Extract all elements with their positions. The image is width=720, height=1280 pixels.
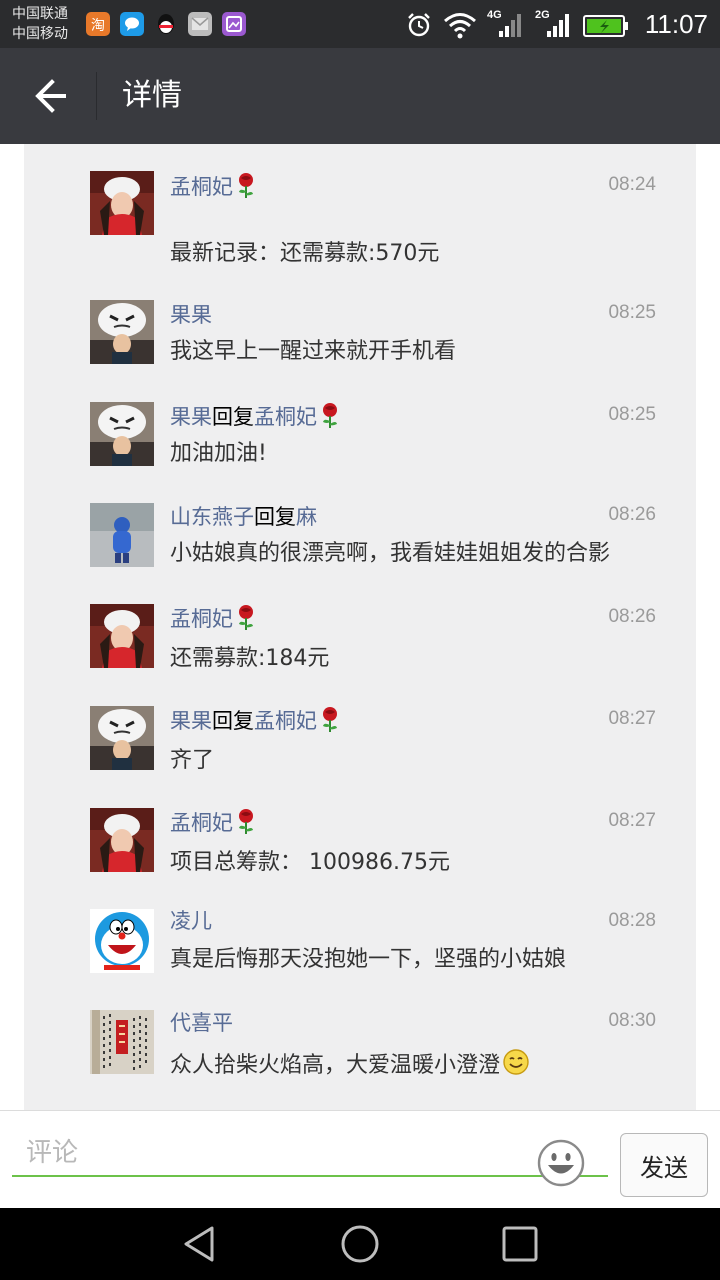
mail-icon — [188, 12, 212, 36]
smiley-icon — [537, 1139, 585, 1187]
comment-text: 最新记录：还需募款:570元 — [170, 241, 440, 266]
avatar-woman-red-scarf[interactable] — [90, 171, 154, 235]
comment-author-line: 孟桐妃 — [170, 172, 257, 206]
reply-word: 回复 — [254, 505, 296, 529]
system-status: 4G 2G 11:07 — [405, 0, 708, 48]
comment-author-line: 果果回复孟桐妃 — [170, 402, 341, 436]
comment-list[interactable]: 孟桐妃 08:24 最新记录：还需募款:570元 果果 08:25 我这早上一醒… — [24, 144, 696, 1110]
square-recents-icon — [502, 1226, 538, 1262]
comment-author[interactable]: 果果 — [170, 303, 212, 327]
rose-icon — [319, 402, 341, 436]
reply-target[interactable]: 孟桐妃 — [254, 405, 317, 429]
qq-icon — [154, 12, 178, 36]
comment-author-line: 果果回复孟桐妃 — [170, 706, 341, 740]
comment-time: 08:25 — [608, 302, 656, 323]
net-label-2: 2G — [535, 9, 550, 21]
back-arrow-icon — [35, 79, 66, 113]
comment-author-line: 果果 — [170, 300, 212, 330]
send-button[interactable]: 发送 — [620, 1133, 708, 1197]
net-label-1: 4G — [487, 9, 502, 21]
comment-time: 08:27 — [608, 810, 656, 831]
title-bar: 详情 — [0, 48, 720, 144]
rose-icon — [319, 706, 341, 740]
battery-icon — [582, 9, 629, 39]
comment-time: 08:27 — [608, 708, 656, 729]
page-title: 详情 — [122, 78, 182, 113]
circle-home-icon — [341, 1225, 379, 1263]
comment-time: 08:26 — [608, 606, 656, 627]
carrier-info: 中国联通 中国移动 — [12, 4, 68, 44]
comment-text-line: 众人拾柴火焰高，大爱温暖小澄澄 — [170, 1048, 530, 1086]
comment-input[interactable] — [12, 1131, 608, 1177]
comment-author[interactable]: 代喜平 — [170, 1011, 233, 1035]
comment-time: 08:25 — [608, 404, 656, 425]
comment-text: 众人拾柴火焰高，大爱温暖小澄澄 — [170, 1053, 501, 1078]
triangle-back-icon — [184, 1226, 214, 1262]
nav-home-button[interactable] — [340, 1224, 380, 1264]
carrier-2: 中国移动 — [12, 26, 68, 42]
comment-author[interactable]: 凌儿 — [170, 909, 212, 933]
svg-text:淘: 淘 — [91, 18, 105, 34]
avatar-woman-red-scarf[interactable] — [90, 604, 154, 668]
carrier-1: 中国联通 — [12, 6, 68, 22]
comment-time: 08:26 — [608, 504, 656, 525]
comment-text: 齐了 — [170, 748, 215, 773]
nav-back-button[interactable] — [180, 1224, 220, 1264]
rose-icon — [235, 172, 257, 206]
signal-2g-icon: 2G — [535, 9, 573, 39]
nav-recents-button[interactable] — [500, 1224, 540, 1264]
comment-text: 我这早上一醒过来就开手机看 — [170, 339, 457, 364]
avatar-child-mask[interactable] — [90, 706, 154, 770]
reply-target[interactable]: 麻 — [296, 505, 317, 529]
comment-author[interactable]: 果果 — [170, 405, 212, 429]
comment-author[interactable]: 孟桐妃 — [170, 607, 233, 631]
clock: 11:07 — [644, 8, 708, 39]
rose-icon — [235, 604, 257, 638]
signal-4g-icon: 4G — [487, 9, 525, 39]
reply-target[interactable]: 孟桐妃 — [254, 709, 317, 733]
comment-author[interactable]: 孟桐妃 — [170, 175, 233, 199]
smile-emoji-icon — [502, 1048, 530, 1086]
comment-author-line: 山东燕子回复麻 — [170, 502, 317, 532]
avatar-child-blue[interactable] — [90, 503, 154, 567]
comment-text: 项目总筹款： 100986.75元 — [170, 850, 450, 875]
alarm-icon — [405, 9, 433, 39]
avatar-child-mask[interactable] — [90, 402, 154, 466]
reply-word: 回复 — [212, 709, 254, 733]
notification-icons: 淘 — [86, 12, 246, 36]
status-bar: 中国联通 中国移动 淘 4G 2G 11:07 — [0, 0, 720, 48]
comment-item: 孟桐妃 08:24 最新记录：还需募款:570元 — [24, 144, 696, 266]
title-divider — [96, 72, 97, 120]
comment-time: 08:24 — [608, 174, 656, 195]
comment-text: 加油加油! — [170, 441, 267, 466]
rose-icon — [235, 808, 257, 842]
avatar-calligraphy[interactable] — [90, 1010, 154, 1074]
comment-input-bar: 发送 — [0, 1110, 720, 1208]
comment-author[interactable]: 山东燕子 — [170, 505, 254, 529]
comment-author-line: 孟桐妃 — [170, 808, 257, 842]
taobao-icon: 淘 — [86, 12, 110, 36]
comment-author[interactable]: 果果 — [170, 709, 212, 733]
comment-author-line: 孟桐妃 — [170, 604, 257, 638]
comment-text: 还需募款:184元 — [170, 646, 330, 671]
reply-word: 回复 — [212, 405, 254, 429]
system-nav-bar — [0, 1208, 720, 1280]
comment-text: 小姑娘真的很漂亮啊，我看娃娃姐姐发的合影 — [170, 541, 611, 566]
comment-text: 真是后悔那天没抱她一下，坚强的小姑娘 — [170, 947, 567, 972]
comment-time: 08:30 — [608, 1010, 656, 1031]
back-button[interactable] — [22, 74, 76, 118]
comment-time: 08:28 — [608, 910, 656, 931]
comment-author-line: 代喜平 — [170, 1008, 233, 1038]
comment-author-line: 凌儿 — [170, 906, 212, 936]
avatar-doraemon[interactable] — [90, 909, 154, 973]
comment-author[interactable]: 孟桐妃 — [170, 811, 233, 835]
emoji-button[interactable] — [536, 1138, 586, 1188]
avatar-child-mask[interactable] — [90, 300, 154, 364]
wifi-icon — [443, 9, 477, 39]
chat-icon — [120, 12, 144, 36]
avatar-woman-red-scarf[interactable] — [90, 808, 154, 872]
gallery-icon — [222, 12, 246, 36]
